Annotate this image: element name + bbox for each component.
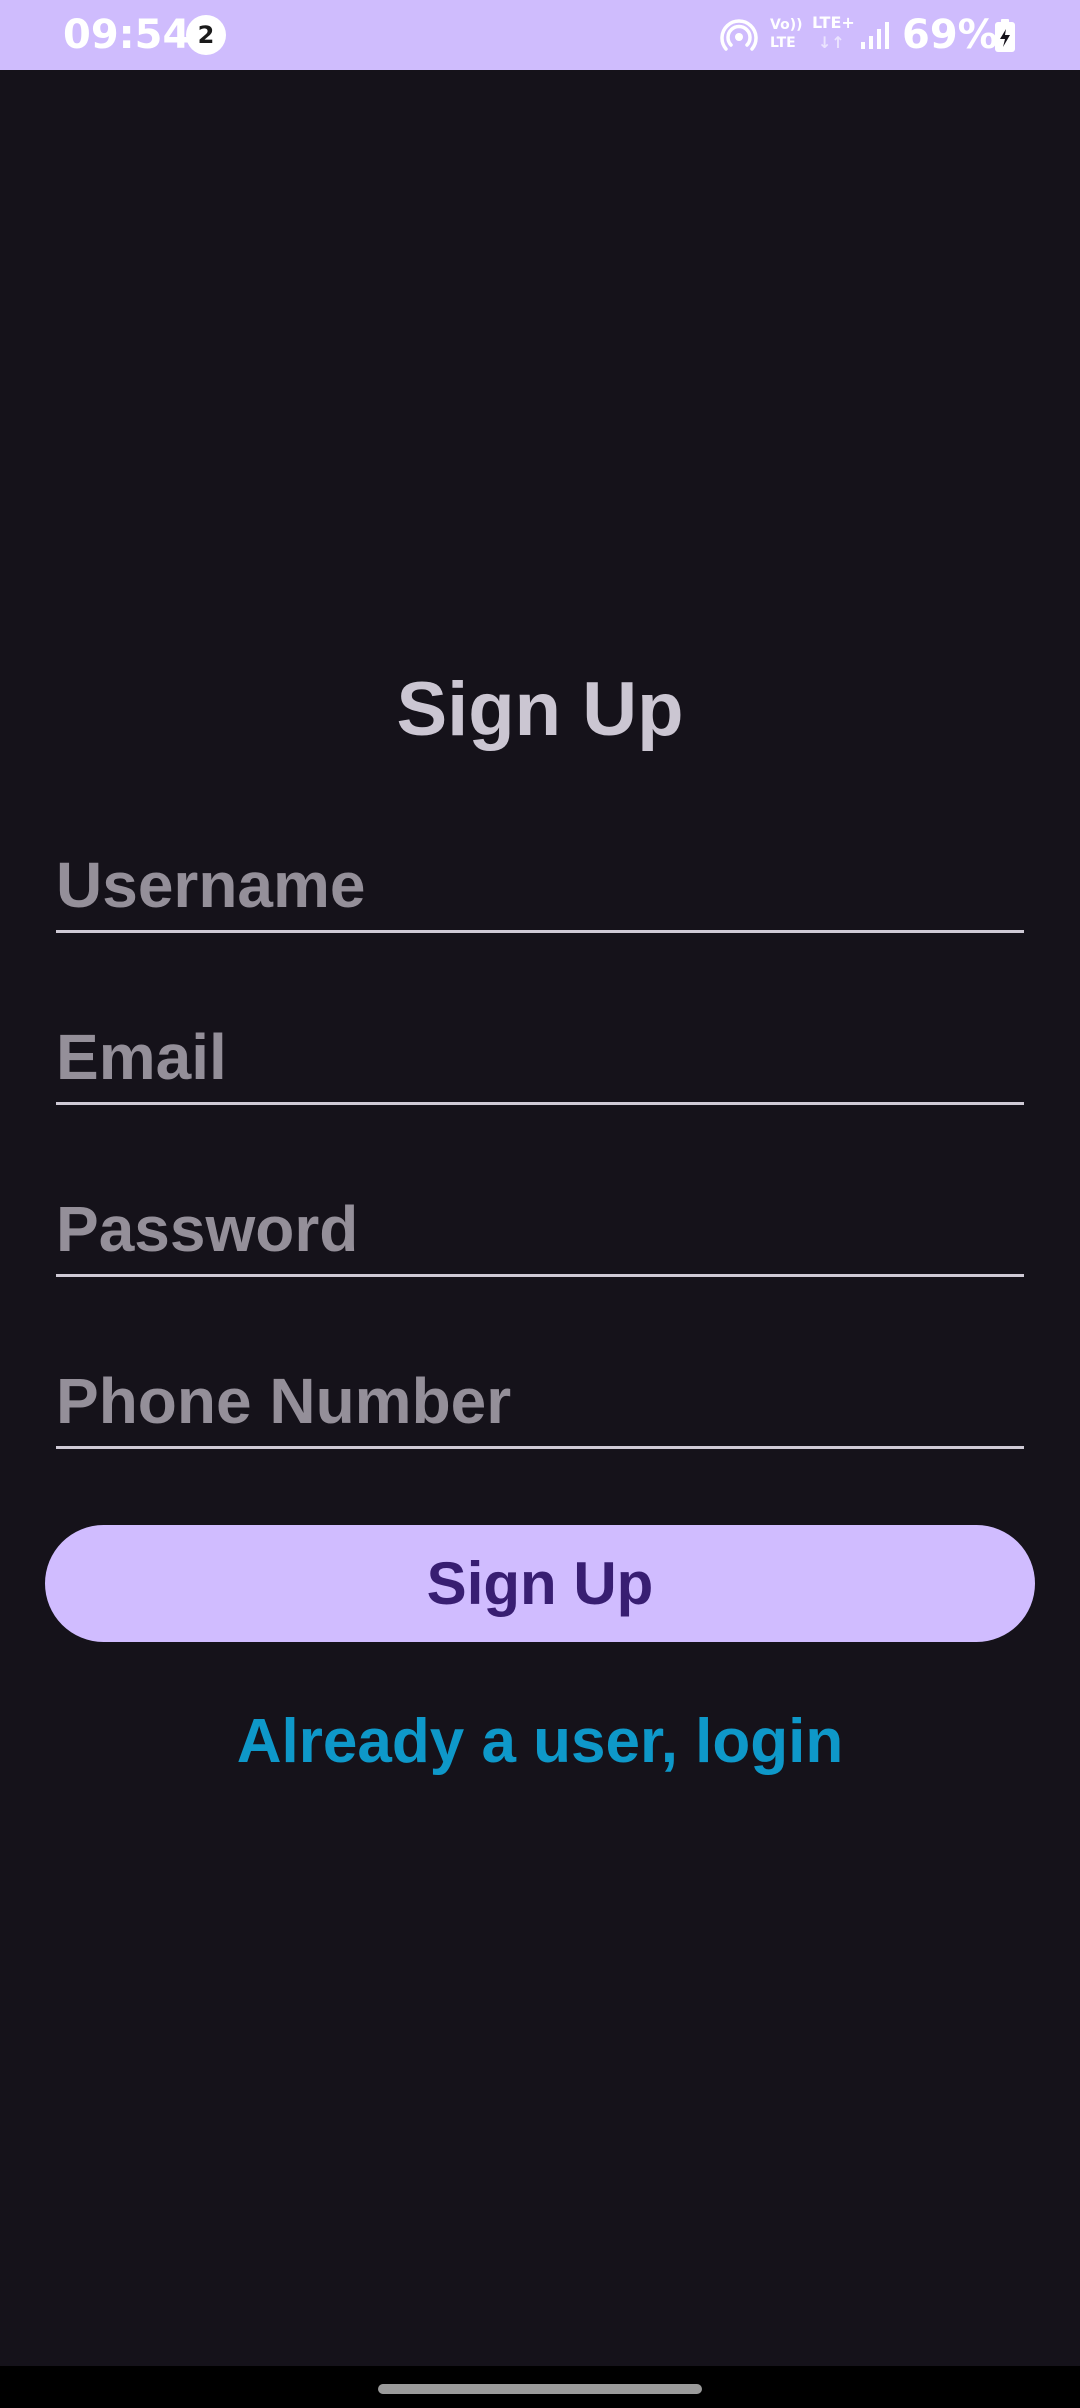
data-activity-arrows: ↓↑ bbox=[818, 33, 845, 52]
notification-count-badge: 2 bbox=[186, 15, 226, 55]
volte-line-1: Vo)) bbox=[770, 17, 803, 33]
sign-up-button[interactable]: Sign Up bbox=[45, 1525, 1035, 1642]
login-link[interactable]: Already a user, login bbox=[0, 1702, 1080, 1782]
lte-plus-icon: LTE+ ↓↑ bbox=[812, 13, 855, 54]
volte-icon: Vo)) LTE bbox=[770, 16, 806, 56]
signal-strength-icon bbox=[861, 22, 889, 49]
phone-number-field[interactable] bbox=[56, 1364, 1024, 1449]
hotspot-icon bbox=[720, 19, 758, 51]
page-title: Sign Up bbox=[396, 667, 684, 752]
password-field[interactable] bbox=[56, 1192, 1024, 1277]
password-input[interactable] bbox=[56, 1192, 1024, 1266]
signup-screen: 09:54 2 Vo)) LTE LTE+ ↓↑ 69% Sign Up Use… bbox=[0, 0, 1080, 2408]
status-time: 09:54 bbox=[63, 12, 191, 58]
username-input[interactable] bbox=[56, 848, 1024, 922]
network-type-label: LTE+ bbox=[812, 13, 855, 32]
status-bar: 09:54 2 Vo)) LTE LTE+ ↓↑ 69% bbox=[0, 0, 1080, 70]
email-input[interactable] bbox=[56, 1020, 1024, 1094]
gesture-handle[interactable] bbox=[378, 2384, 702, 2394]
battery-percent: 69% bbox=[902, 12, 998, 58]
email-field[interactable] bbox=[56, 1020, 1024, 1105]
username-field[interactable] bbox=[56, 848, 1024, 933]
navigation-bar bbox=[0, 2366, 1080, 2408]
phone-number-input[interactable] bbox=[56, 1364, 1024, 1438]
volte-line-2: LTE bbox=[770, 35, 796, 51]
battery-charging-icon bbox=[995, 19, 1015, 52]
